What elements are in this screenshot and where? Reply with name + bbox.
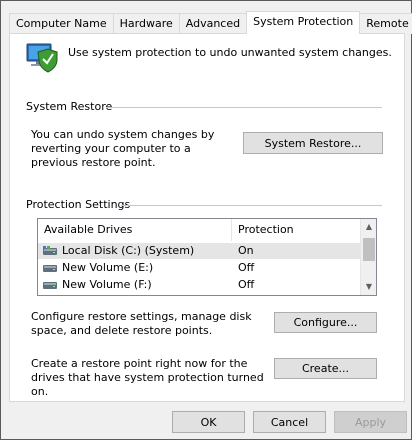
tab-advanced[interactable]: Advanced — [178, 13, 248, 34]
system-protection-panel: Use system protection to undo unwanted s… — [9, 33, 405, 402]
tab-computer-name[interactable]: Computer Name — [9, 13, 114, 34]
system-drive-icon — [43, 246, 57, 255]
drives-list-header: Available Drives Protection — [38, 219, 360, 241]
scroll-up-icon[interactable]: ▲ — [364, 222, 374, 232]
system-restore-divider — [106, 107, 382, 108]
tab-remote[interactable]: Remote — [359, 13, 412, 34]
drive-row-e[interactable]: New Volume (E:) Off — [38, 260, 360, 276]
tab-hardware[interactable]: Hardware — [112, 13, 180, 34]
column-available-drives[interactable]: Available Drives — [44, 223, 132, 236]
configure-button[interactable]: Configure... — [274, 312, 377, 333]
column-separator[interactable] — [231, 219, 232, 241]
computer-shield-icon — [26, 43, 58, 73]
tab-system-protection[interactable]: System Protection — [246, 11, 361, 34]
configure-description: Configure restore settings, manage disk … — [31, 310, 252, 337]
drive-name: New Volume (F:) — [62, 278, 152, 291]
system-restore-description: You can undo system changes by reverting… — [31, 128, 215, 169]
apply-button[interactable]: Apply — [334, 411, 407, 433]
drive-protection-status: On — [238, 244, 254, 257]
protection-settings-divider — [121, 205, 382, 206]
drive-icon — [43, 265, 57, 272]
scroll-down-icon[interactable]: ▼ — [364, 282, 374, 292]
tab-strip: Computer Name Hardware Advanced System P… — [9, 11, 412, 34]
ok-button[interactable]: OK — [172, 411, 245, 433]
column-protection[interactable]: Protection — [238, 223, 294, 236]
header-description: Use system protection to undo unwanted s… — [68, 46, 392, 59]
drive-protection-status: Off — [238, 261, 255, 274]
protection-settings-heading: Protection Settings — [26, 198, 131, 211]
drive-icon — [43, 282, 57, 289]
create-description: Create a restore point right now for the… — [31, 357, 264, 398]
system-properties-dialog: Computer Name Hardware Advanced System P… — [0, 0, 412, 440]
drive-row-c[interactable]: Local Disk (C:) (System) On — [38, 243, 360, 259]
drives-list-scrollbar[interactable]: ▲ ▼ — [360, 219, 376, 295]
drive-row-f[interactable]: New Volume (F:) Off — [38, 277, 360, 293]
drive-name: New Volume (E:) — [62, 261, 154, 274]
drive-name: Local Disk (C:) (System) — [62, 244, 195, 257]
drive-protection-status: Off — [238, 278, 255, 291]
system-restore-heading: System Restore — [26, 100, 113, 113]
create-button[interactable]: Create... — [274, 358, 377, 379]
drives-list[interactable]: Available Drives Protection Local Disk (… — [37, 218, 377, 296]
cancel-button[interactable]: Cancel — [253, 411, 326, 433]
scroll-thumb[interactable] — [363, 238, 375, 261]
system-restore-button[interactable]: System Restore... — [243, 132, 383, 154]
